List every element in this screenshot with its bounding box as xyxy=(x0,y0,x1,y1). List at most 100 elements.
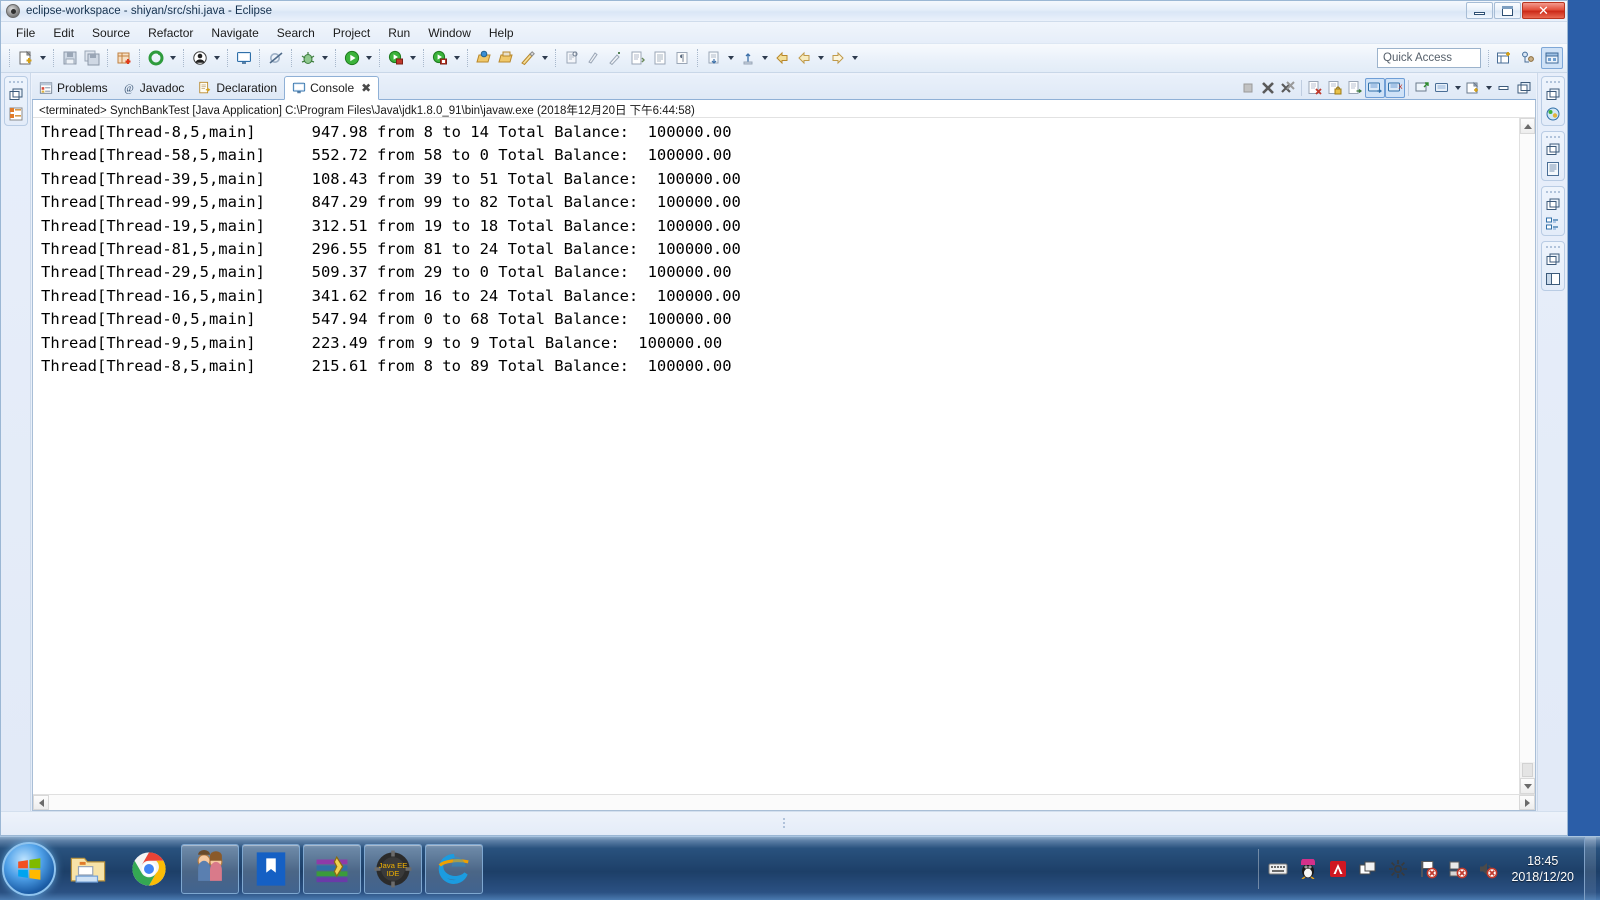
drag-handle-dots[interactable] xyxy=(1545,79,1560,84)
quick-access-input[interactable]: Quick Access xyxy=(1377,48,1481,68)
new-java-class-dropdown[interactable] xyxy=(211,47,223,69)
drag-handle-dots[interactable] xyxy=(1545,244,1560,249)
open-declaration-dropdown[interactable] xyxy=(725,47,737,69)
taskbar-internet-explorer[interactable] xyxy=(425,843,483,894)
debug-button[interactable] xyxy=(297,47,319,69)
tab-console[interactable]: Console ✖ xyxy=(284,76,380,100)
drag-handle-dots[interactable] xyxy=(1545,189,1560,194)
remove-all-terminated-button[interactable] xyxy=(1278,78,1298,98)
skip-breakpoints-button[interactable] xyxy=(265,47,287,69)
clear-console-button[interactable] xyxy=(1305,78,1325,98)
fast-view-group[interactable] xyxy=(1540,241,1565,291)
previous-annotation-button[interactable] xyxy=(605,47,627,69)
save-button[interactable] xyxy=(59,47,81,69)
outline-icon[interactable] xyxy=(1545,161,1561,177)
build-all-button[interactable] xyxy=(145,47,167,69)
new-java-package-button[interactable] xyxy=(113,47,135,69)
new-wizard-dropdown[interactable] xyxy=(37,47,49,69)
minimize-view-button[interactable] xyxy=(1494,78,1514,98)
menu-project[interactable]: Project xyxy=(324,24,379,42)
new-java-class-button[interactable] xyxy=(189,47,211,69)
drag-handle-dots[interactable] xyxy=(1545,134,1560,139)
show-desktop-button[interactable] xyxy=(1584,837,1596,900)
close-icon[interactable]: ✖ xyxy=(361,81,371,95)
menu-file[interactable]: File xyxy=(7,24,44,42)
tab-declaration[interactable]: Declaration xyxy=(191,76,284,99)
coverage-dropdown[interactable] xyxy=(451,47,463,69)
restore-view-icon[interactable] xyxy=(1545,87,1561,103)
search-button[interactable] xyxy=(517,47,539,69)
menu-refactor[interactable]: Refactor xyxy=(139,24,202,42)
tab-javadoc[interactable]: @ Javadoc xyxy=(115,76,192,99)
java-perspective-button[interactable] xyxy=(1517,47,1539,69)
taskbar-eclipse-javaee[interactable]: Java EE IDE xyxy=(364,843,422,894)
forward-button[interactable] xyxy=(827,47,849,69)
forward-history-dropdown[interactable] xyxy=(849,47,861,69)
taskbar-qq[interactable] xyxy=(181,843,239,894)
resize-grip[interactable] xyxy=(783,818,785,830)
open-console-button[interactable] xyxy=(1463,78,1483,98)
search-dropdown[interactable] xyxy=(539,47,551,69)
restore-view-icon[interactable] xyxy=(1545,252,1561,268)
menu-edit[interactable]: Edit xyxy=(44,24,83,42)
save-all-button[interactable] xyxy=(81,47,103,69)
new-wizard-button[interactable] xyxy=(15,47,37,69)
run-external-tools-dropdown[interactable] xyxy=(407,47,419,69)
menu-search[interactable]: Search xyxy=(268,24,324,42)
open-type-button[interactable] xyxy=(473,47,495,69)
pin-console-button[interactable] xyxy=(1412,78,1432,98)
fast-view-group[interactable] xyxy=(1540,186,1565,236)
tray-adobe-icon[interactable] xyxy=(1328,859,1348,879)
run-button[interactable] xyxy=(341,47,363,69)
run-external-tools-button[interactable] xyxy=(385,47,407,69)
close-button[interactable]: ✕ xyxy=(1522,2,1565,19)
annotation-button[interactable] xyxy=(561,47,583,69)
task-list-icon[interactable] xyxy=(1545,216,1561,232)
menu-run[interactable]: Run xyxy=(379,24,419,42)
next-annotation-button[interactable] xyxy=(583,47,605,69)
minimize-button[interactable] xyxy=(1466,2,1493,19)
taskbar-google-chrome[interactable] xyxy=(120,844,178,894)
open-implementation-button[interactable] xyxy=(737,47,759,69)
terminate-button[interactable] xyxy=(1238,78,1258,98)
scroll-track[interactable] xyxy=(49,795,1519,810)
tab-problems[interactable]: Problems xyxy=(32,76,115,99)
scroll-up-button[interactable] xyxy=(1520,118,1535,134)
menu-source[interactable]: Source xyxy=(83,24,139,42)
word-wrap-button[interactable] xyxy=(1345,78,1365,98)
taskbar-clock[interactable]: 18:45 2018/12/20 xyxy=(1511,853,1574,885)
open-perspective-button[interactable] xyxy=(1493,47,1515,69)
toggle-block-selection-button[interactable] xyxy=(649,47,671,69)
scroll-track[interactable] xyxy=(1520,134,1535,762)
tray-network-error-icon[interactable] xyxy=(1448,859,1468,879)
drag-handle-dots[interactable] xyxy=(8,79,23,84)
back-button[interactable] xyxy=(771,47,793,69)
taskbar-wps-writer[interactable] xyxy=(242,843,300,894)
scroll-right-button[interactable] xyxy=(1519,795,1535,810)
start-button[interactable] xyxy=(2,841,56,896)
show-console-on-output-button[interactable] xyxy=(1365,78,1385,98)
tray-window-switch-icon[interactable] xyxy=(1358,859,1378,879)
display-selected-console-button[interactable] xyxy=(1432,78,1452,98)
run-dropdown[interactable] xyxy=(363,47,375,69)
tray-qq-penguin-icon[interactable] xyxy=(1298,858,1318,879)
tray-flag-action-center-icon[interactable] xyxy=(1418,859,1438,879)
java-ee-perspective-button[interactable] xyxy=(1541,47,1563,69)
display-selected-console-dropdown[interactable] xyxy=(1452,78,1463,98)
package-explorer-icon[interactable] xyxy=(8,106,24,122)
last-edit-location-button[interactable] xyxy=(627,47,649,69)
back-history-button[interactable] xyxy=(793,47,815,69)
tray-volume-muted-icon[interactable] xyxy=(1478,859,1498,879)
fast-view-group[interactable] xyxy=(3,76,28,126)
scroll-down-button[interactable] xyxy=(1520,778,1535,794)
maximize-button[interactable] xyxy=(1494,2,1521,19)
menu-help[interactable]: Help xyxy=(480,24,523,42)
show-console-on-error-button[interactable]: x xyxy=(1385,78,1405,98)
console-vertical-scrollbar[interactable] xyxy=(1519,118,1535,794)
tray-keyboard-icon[interactable] xyxy=(1268,859,1288,879)
console-horizontal-scrollbar[interactable] xyxy=(33,794,1535,810)
maximize-view-button[interactable] xyxy=(1514,78,1534,98)
fast-view-group[interactable] xyxy=(1540,76,1565,126)
taskbar-winrar[interactable] xyxy=(303,843,361,894)
open-task-button[interactable] xyxy=(495,47,517,69)
